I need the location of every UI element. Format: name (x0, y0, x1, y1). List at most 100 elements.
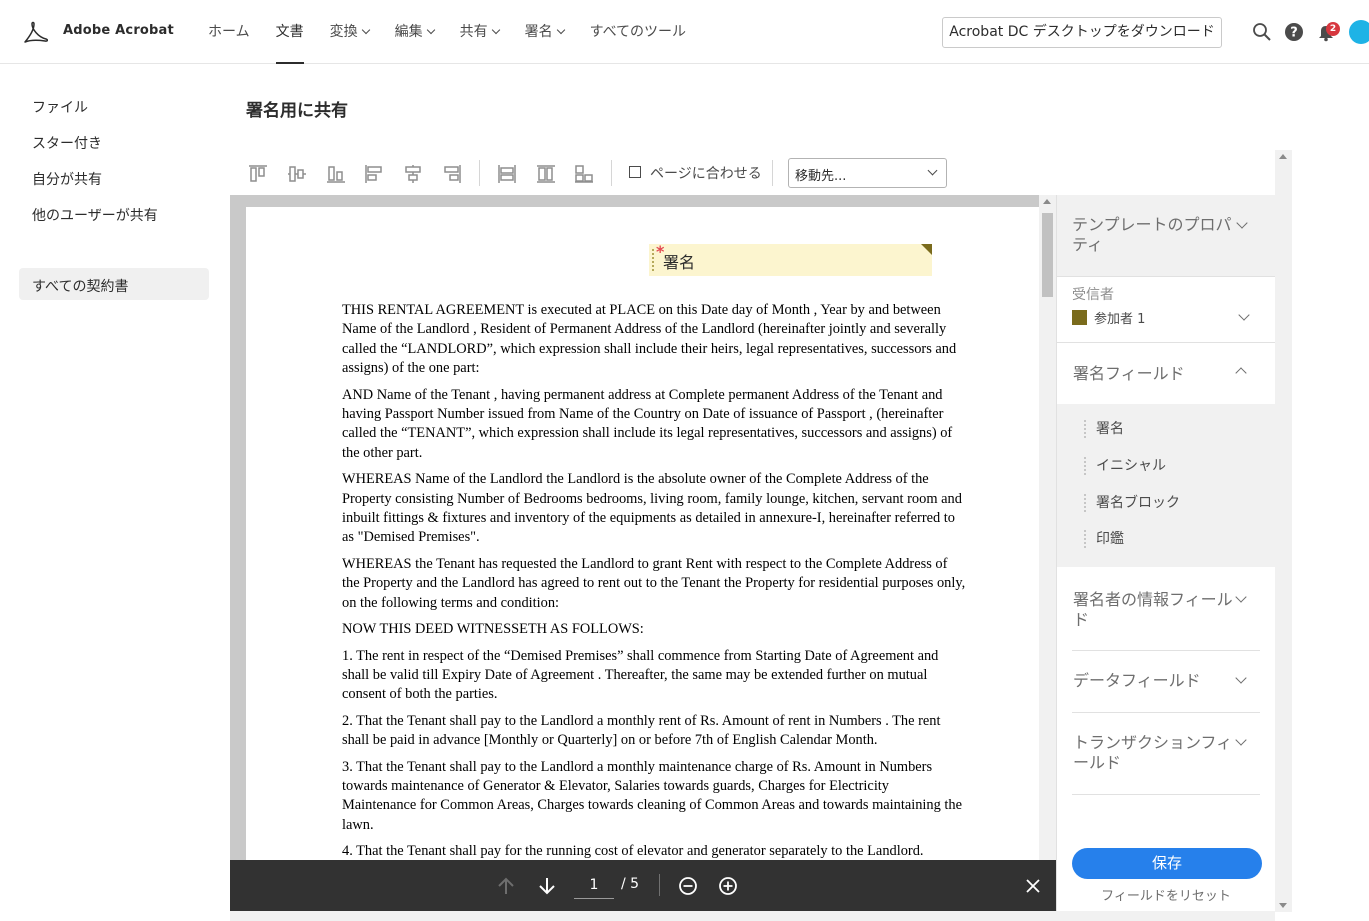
document-paragraph: 2. That the Tenant shall pay to the Land… (342, 712, 941, 749)
save-button[interactable]: 保存 (1072, 848, 1262, 879)
align-right-icon[interactable] (441, 163, 463, 185)
panel-scrollbar[interactable] (1275, 150, 1292, 912)
acrobat-logo-icon[interactable] (22, 20, 48, 46)
search-icon[interactable] (1252, 22, 1272, 42)
resize-handle[interactable] (921, 244, 932, 255)
zoom-in-icon[interactable] (717, 875, 739, 897)
document-paragraph: AND Name of the Tenant , having permanen… (342, 386, 953, 461)
nav-all-tools[interactable]: すべてのツール (590, 0, 686, 64)
chevron-down-icon[interactable] (1235, 672, 1247, 684)
recipients-label: 受信者 (1072, 287, 1114, 303)
nav-documents[interactable]: 文書 (275, 0, 304, 64)
field-signature-block[interactable]: 署名ブロック (1084, 494, 1180, 512)
chevron-down-icon (556, 25, 565, 35)
document-paragraph: THIS RENTAL AGREEMENT is executed at PLA… (342, 302, 957, 377)
zoom-out-icon[interactable] (677, 875, 699, 897)
goto-select[interactable]: 移動先... (788, 158, 947, 188)
drag-handle[interactable] (652, 249, 654, 271)
scroll-up-icon[interactable] (1279, 154, 1287, 159)
goto-select-value: 移動先... (795, 169, 847, 184)
signer-info-fields-title[interactable]: 署名者の情報フィールド (1073, 590, 1233, 630)
sidebar-item-files[interactable]: ファイル (32, 97, 88, 117)
nav-sign[interactable]: 署名 (524, 0, 565, 64)
document-viewer[interactable]: * 署名 THIS RENTAL AGREEMENT is executed a… (230, 195, 1056, 860)
panel-divider (1057, 342, 1275, 343)
close-icon[interactable] (1022, 875, 1044, 897)
nav-convert[interactable]: 変換 (329, 0, 370, 64)
top-header: Adobe Acrobat ホーム 文書 変換 編集 共有 署名 すべてのツール… (0, 0, 1369, 64)
chevron-down-icon (426, 25, 435, 35)
download-desktop-button[interactable]: Acrobat DC デスクトップをダウンロード (942, 17, 1222, 48)
next-page-icon[interactable] (536, 875, 558, 897)
nav-edit-label: 編集 (394, 24, 423, 40)
chevron-down-icon (927, 165, 938, 176)
page-number-input[interactable]: 1 (574, 871, 614, 899)
chevron-down-icon[interactable] (1235, 734, 1247, 746)
nav-sign-label: 署名 (524, 24, 553, 40)
previous-page-icon[interactable] (495, 875, 517, 897)
scrollbar-thumb[interactable] (1042, 213, 1053, 297)
align-middle-icon[interactable] (286, 163, 308, 185)
signature-field[interactable]: * 署名 (649, 242, 932, 276)
scroll-down-icon[interactable] (1279, 903, 1287, 908)
chevron-down-icon[interactable] (1236, 217, 1248, 229)
horizontal-scrollbar[interactable] (230, 911, 1275, 921)
document-paragraph: 1. The rent in respect of the “Demised P… (342, 647, 939, 703)
field-signature[interactable]: 署名 (1084, 420, 1124, 438)
align-top-icon[interactable] (247, 163, 269, 185)
chevron-up-icon[interactable] (1235, 367, 1247, 379)
sidebar-item-starred[interactable]: スター付き (32, 133, 102, 153)
field-stamp[interactable]: 印鑑 (1084, 530, 1124, 548)
scroll-up-icon[interactable] (1043, 199, 1051, 204)
nav-edit[interactable]: 編集 (394, 0, 435, 64)
template-properties-title: テンプレートのプロパティ (1072, 215, 1232, 254)
align-center-icon[interactable] (402, 163, 424, 185)
nav-documents-label: 文書 (275, 24, 304, 40)
fit-to-page-label[interactable]: ページに合わせる (650, 163, 762, 183)
main-nav: ホーム 文書 変換 編集 共有 署名 すべてのツール (208, 0, 712, 64)
document-paragraph: WHEREAS Name of the Landlord the Landlor… (342, 471, 962, 546)
reset-fields-link[interactable]: フィールドをリセット (1057, 885, 1275, 904)
match-width-icon[interactable] (496, 163, 518, 185)
recipient-select[interactable]: 参加者 1 (1094, 308, 1145, 327)
transaction-fields-title[interactable]: トランザクションフィールド (1073, 733, 1233, 773)
data-fields-title[interactable]: データフィールド (1073, 671, 1233, 691)
signature-fields-list: 署名 イニシャル 署名ブロック 印鑑 (1057, 404, 1275, 567)
sidebar-item-shared-by-me[interactable]: 自分が共有 (32, 169, 102, 189)
template-properties-header[interactable]: テンプレートのプロパティ (1057, 195, 1275, 277)
chevron-down-icon[interactable] (1235, 591, 1247, 603)
alignment-toolbar: ページに合わせる 移動先... (240, 155, 960, 191)
match-height-icon[interactable] (535, 163, 557, 185)
help-icon[interactable]: ? (1284, 22, 1304, 42)
pagebar-divider (659, 874, 660, 896)
sidebar-item-all-agreements[interactable]: すべての契約書 (19, 268, 209, 300)
brand-name[interactable]: Adobe Acrobat (63, 23, 174, 38)
chevron-down-icon[interactable] (1238, 309, 1250, 321)
toolbar-divider (772, 160, 773, 186)
nav-all-tools-label: すべてのツール (589, 24, 687, 40)
page-title: 署名用に共有 (246, 101, 348, 121)
document-body: THIS RENTAL AGREEMENT is executed at PLA… (342, 301, 966, 860)
page-total: / 5 (621, 876, 640, 892)
signature-fields-title[interactable]: 署名フィールド (1073, 364, 1233, 384)
field-initials[interactable]: イニシャル (1084, 457, 1166, 475)
align-bottom-icon[interactable] (325, 163, 347, 185)
panel-divider (1072, 650, 1260, 651)
document-paragraph: WHEREAS the Tenant has requested the Lan… (342, 555, 966, 611)
notification-badge: 2 (1326, 22, 1340, 36)
nav-home[interactable]: ホーム (208, 0, 250, 64)
fit-to-page-checkbox[interactable] (629, 166, 641, 178)
sidebar-item-shared-by-others[interactable]: 他のユーザーが共有 (32, 205, 158, 225)
panel-divider (1072, 794, 1260, 795)
match-size-icon[interactable] (573, 163, 595, 185)
field-properties-panel: テンプレートのプロパティ 受信者 参加者 1 署名フィールド 署名 イニシャル … (1056, 195, 1275, 911)
nav-share[interactable]: 共有 (460, 0, 500, 64)
page-navigation-bar: 1 / 5 (230, 860, 1056, 911)
document-paragraph: NOW THIS DEED WITNESSETH AS FOLLOWS: (342, 621, 644, 638)
avatar[interactable] (1349, 20, 1369, 44)
nav-convert-label: 変換 (329, 24, 358, 40)
align-left-icon[interactable] (363, 163, 385, 185)
nav-home-label: ホーム (208, 24, 250, 40)
document-scrollbar[interactable] (1039, 195, 1056, 860)
document-paragraph: 4. That the Tenant shall pay for the run… (342, 843, 924, 860)
